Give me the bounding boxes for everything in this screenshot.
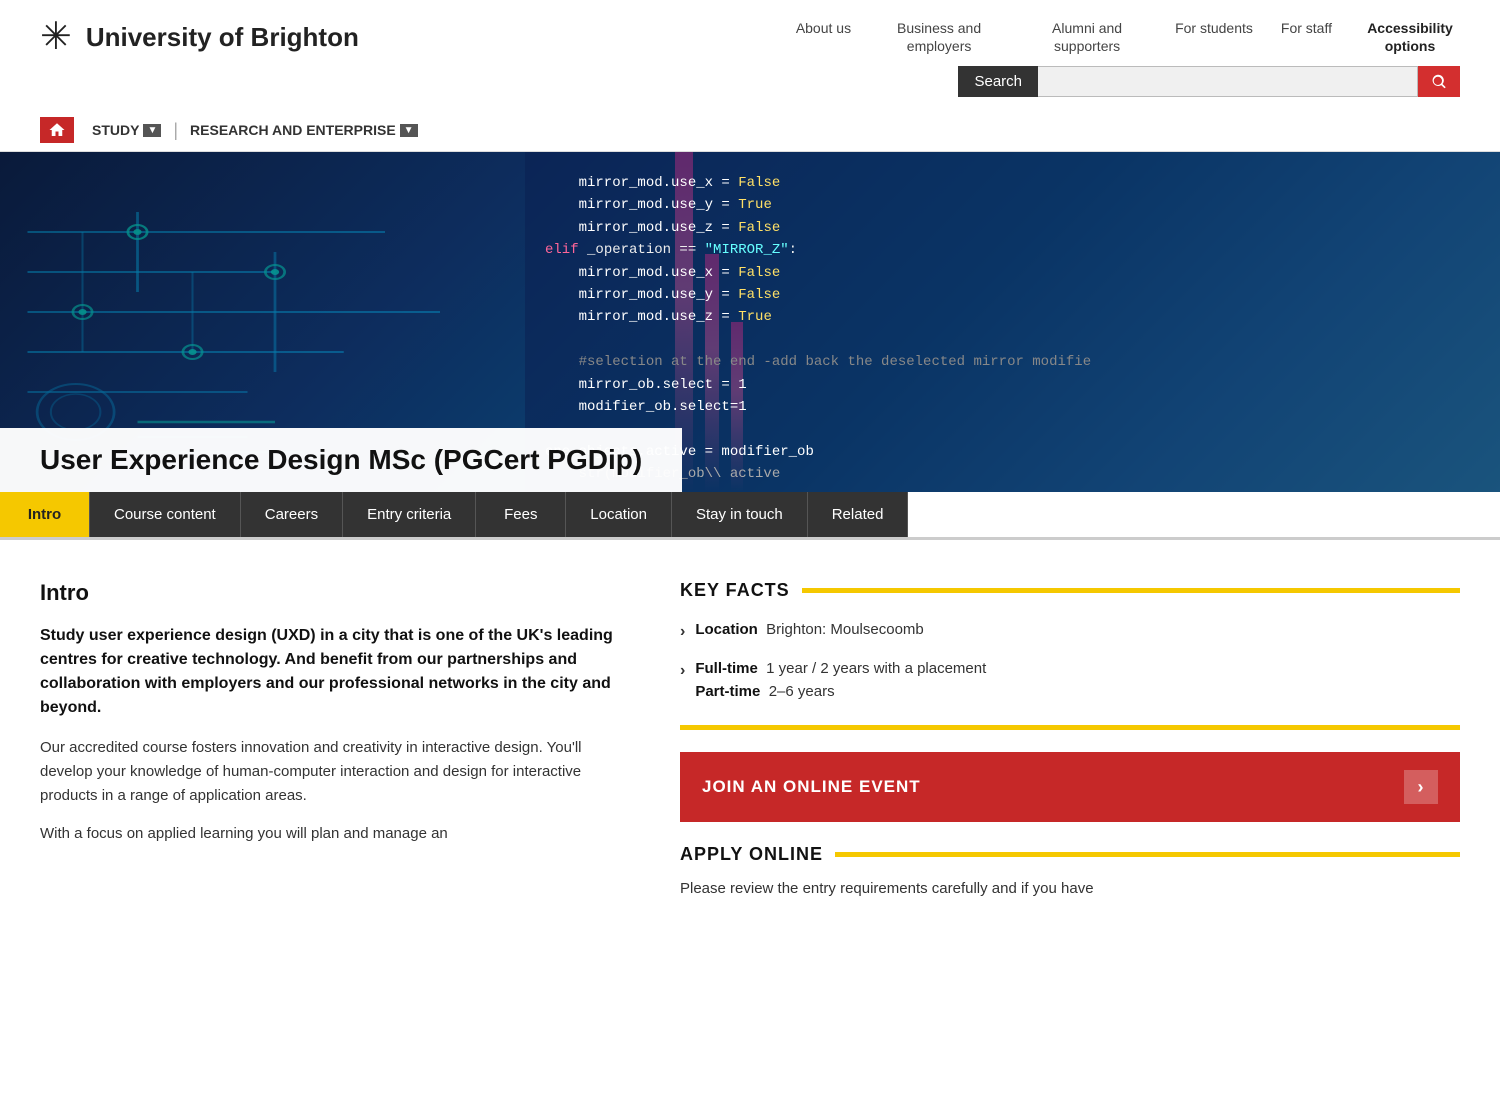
apply-line: [835, 852, 1460, 857]
intro-para-1: Our accredited course fosters innovation…: [40, 736, 620, 808]
code-line-8: [545, 329, 1480, 351]
hero-image: mirror_mod.use_x = False mirror_mod.use_…: [0, 152, 1500, 492]
code-line-3: mirror_mod.use_z = False: [545, 217, 1480, 239]
fact-duration: › Full-time 1 year / 2 years with a plac…: [680, 658, 1460, 703]
nav-research[interactable]: RESEARCH AND ENTERPRISE ▼: [182, 122, 426, 138]
nav-separator: |: [173, 120, 178, 141]
join-arrow-icon: ›: [1404, 770, 1438, 804]
fact-location-value: Brighton: Moulsecoomb: [766, 621, 924, 638]
header-nav: About us Business and employers Alumni a…: [796, 19, 1460, 55]
key-facts-label: KEY FACTS: [680, 580, 790, 601]
search-row: Search: [0, 66, 1500, 109]
page-title: User Experience Design MSc (PGCert PGDip…: [40, 444, 642, 476]
tab-course-content[interactable]: Course content: [90, 492, 241, 537]
page-title-bar: User Experience Design MSc (PGCert PGDip…: [0, 428, 682, 492]
study-label: STUDY: [92, 122, 139, 138]
nav-students[interactable]: For students: [1175, 19, 1253, 37]
logo-area: ✳ University of Brighton: [40, 18, 359, 56]
search-button[interactable]: [1418, 66, 1460, 97]
study-chevron: ▼: [143, 124, 161, 137]
university-name: University of Brighton: [86, 23, 359, 52]
tab-entry-criteria[interactable]: Entry criteria: [343, 492, 476, 537]
content-right: KEY FACTS › Location Brighton: Moulsecoo…: [680, 580, 1460, 901]
fact-location: › Location Brighton: Moulsecoomb: [680, 619, 1460, 644]
research-chevron: ▼: [400, 124, 418, 137]
nav-about[interactable]: About us: [796, 19, 851, 37]
code-line-1: mirror_mod.use_x = False: [545, 172, 1480, 194]
nav-business[interactable]: Business and employers: [879, 19, 999, 55]
content-left: Intro Study user experience design (UXD)…: [40, 580, 620, 901]
main-content: Intro Study user experience design (UXD)…: [0, 540, 1500, 941]
secondary-nav: STUDY ▼ | RESEARCH AND ENTERPRISE ▼: [0, 109, 1500, 152]
tab-related[interactable]: Related: [808, 492, 909, 537]
tabs-bar: Intro Course content Careers Entry crite…: [0, 492, 1500, 540]
intro-heading: Intro: [40, 580, 620, 606]
nav-study[interactable]: STUDY ▼: [84, 122, 169, 138]
tab-location[interactable]: Location: [566, 492, 672, 537]
tab-fees[interactable]: Fees: [476, 492, 566, 537]
apply-label: APPLY ONLINE: [680, 844, 823, 865]
code-line-4: elif _operation == "MIRROR_Z":: [545, 239, 1480, 261]
fact-chevron-location: ›: [680, 620, 685, 644]
divider-yellow: [680, 725, 1460, 730]
nav-accessibility[interactable]: Accessibility options: [1360, 19, 1460, 55]
home-icon: [48, 121, 66, 139]
intro-para-2: With a focus on applied learning you wil…: [40, 822, 620, 846]
fact-chevron-duration: ›: [680, 659, 685, 683]
search-form: Search: [958, 66, 1460, 97]
search-input[interactable]: [1038, 66, 1418, 97]
apply-online-header: APPLY ONLINE: [680, 844, 1460, 865]
apply-text: Please review the entry requirements car…: [680, 877, 1460, 901]
title-overlay: User Experience Design MSc (PGCert PGDip…: [0, 428, 1500, 492]
fact-parttime-value: 2–6 years: [769, 683, 835, 700]
fact-location-text: Location Brighton: Moulsecoomb: [695, 619, 923, 642]
code-line-5: mirror_mod.use_x = False: [545, 262, 1480, 284]
research-label: RESEARCH AND ENTERPRISE: [190, 122, 396, 138]
code-line-2: mirror_mod.use_y = True: [545, 194, 1480, 216]
intro-bold-text: Study user experience design (UXD) in a …: [40, 624, 620, 720]
nav-alumni[interactable]: Alumni and supporters: [1027, 19, 1147, 55]
fact-fulltime-value: 1 year / 2 years with a placement: [766, 660, 986, 677]
search-label: Search: [958, 66, 1038, 97]
code-line-9: #selection at the end -add back the dese…: [545, 351, 1480, 373]
code-line-6: mirror_mod.use_y = False: [545, 284, 1480, 306]
code-line-7: mirror_mod.use_z = True: [545, 306, 1480, 328]
nav-staff[interactable]: For staff: [1281, 19, 1332, 37]
join-event-button[interactable]: JOIN AN ONLINE EVENT ›: [680, 752, 1460, 822]
code-line-11: modifier_ob.select=1: [545, 396, 1480, 418]
fact-duration-text: Full-time 1 year / 2 years with a placem…: [695, 658, 986, 703]
join-event-label: JOIN AN ONLINE EVENT: [702, 777, 921, 797]
tab-careers[interactable]: Careers: [241, 492, 343, 537]
university-logo-star: ✳: [40, 18, 72, 56]
tab-stay-in-touch[interactable]: Stay in touch: [672, 492, 808, 537]
home-button[interactable]: [40, 117, 74, 143]
search-icon: [1430, 73, 1448, 91]
key-facts-line: [802, 588, 1460, 593]
tab-intro[interactable]: Intro: [0, 492, 90, 537]
code-line-10: mirror_ob.select = 1: [545, 374, 1480, 396]
key-facts-header: KEY FACTS: [680, 580, 1460, 601]
header: ✳ University of Brighton About us Busine…: [0, 0, 1500, 66]
